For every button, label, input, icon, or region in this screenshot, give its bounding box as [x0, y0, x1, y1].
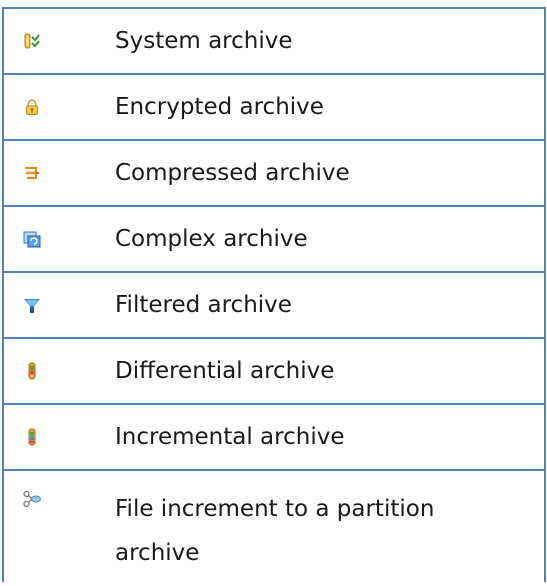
differential-archive-icon: [28, 362, 36, 380]
incremental-archive-icon: [28, 428, 36, 446]
legend-row-complex-archive: Complex archive: [4, 205, 544, 271]
legend-label: System archive: [115, 28, 293, 54]
system-archive-icon: [24, 33, 40, 49]
legend-label: Filtered archive: [115, 292, 292, 318]
legend-label: File increment to a partition archive: [115, 496, 435, 566]
legend-row-incremental-archive: Incremental archive: [4, 403, 544, 469]
clamp-icon: [25, 167, 39, 179]
legend-label: Encrypted archive: [115, 94, 324, 120]
file-increment-icon: [23, 490, 41, 508]
legend-row-differential-archive: Differential archive: [4, 337, 544, 403]
lock-icon: [26, 99, 38, 115]
legend-label: Compressed archive: [115, 160, 350, 186]
legend-row-file-increment: File increment to a partition archive: [4, 469, 544, 582]
legend-row-system-archive: System archive: [4, 7, 544, 73]
complex-archive-icon: [23, 231, 41, 248]
legend-row-compressed-archive: Compressed archive: [4, 139, 544, 205]
legend-row-encrypted-archive: Encrypted archive: [4, 73, 544, 139]
legend-label: Incremental archive: [115, 424, 345, 450]
legend-label: Complex archive: [115, 226, 308, 252]
legend-row-filtered-archive: Filtered archive: [4, 271, 544, 337]
filter-funnel-icon: [24, 299, 40, 313]
legend-label: Differential archive: [115, 358, 335, 384]
archive-type-legend-table: System archive Encrypted archive Compres…: [2, 7, 546, 582]
